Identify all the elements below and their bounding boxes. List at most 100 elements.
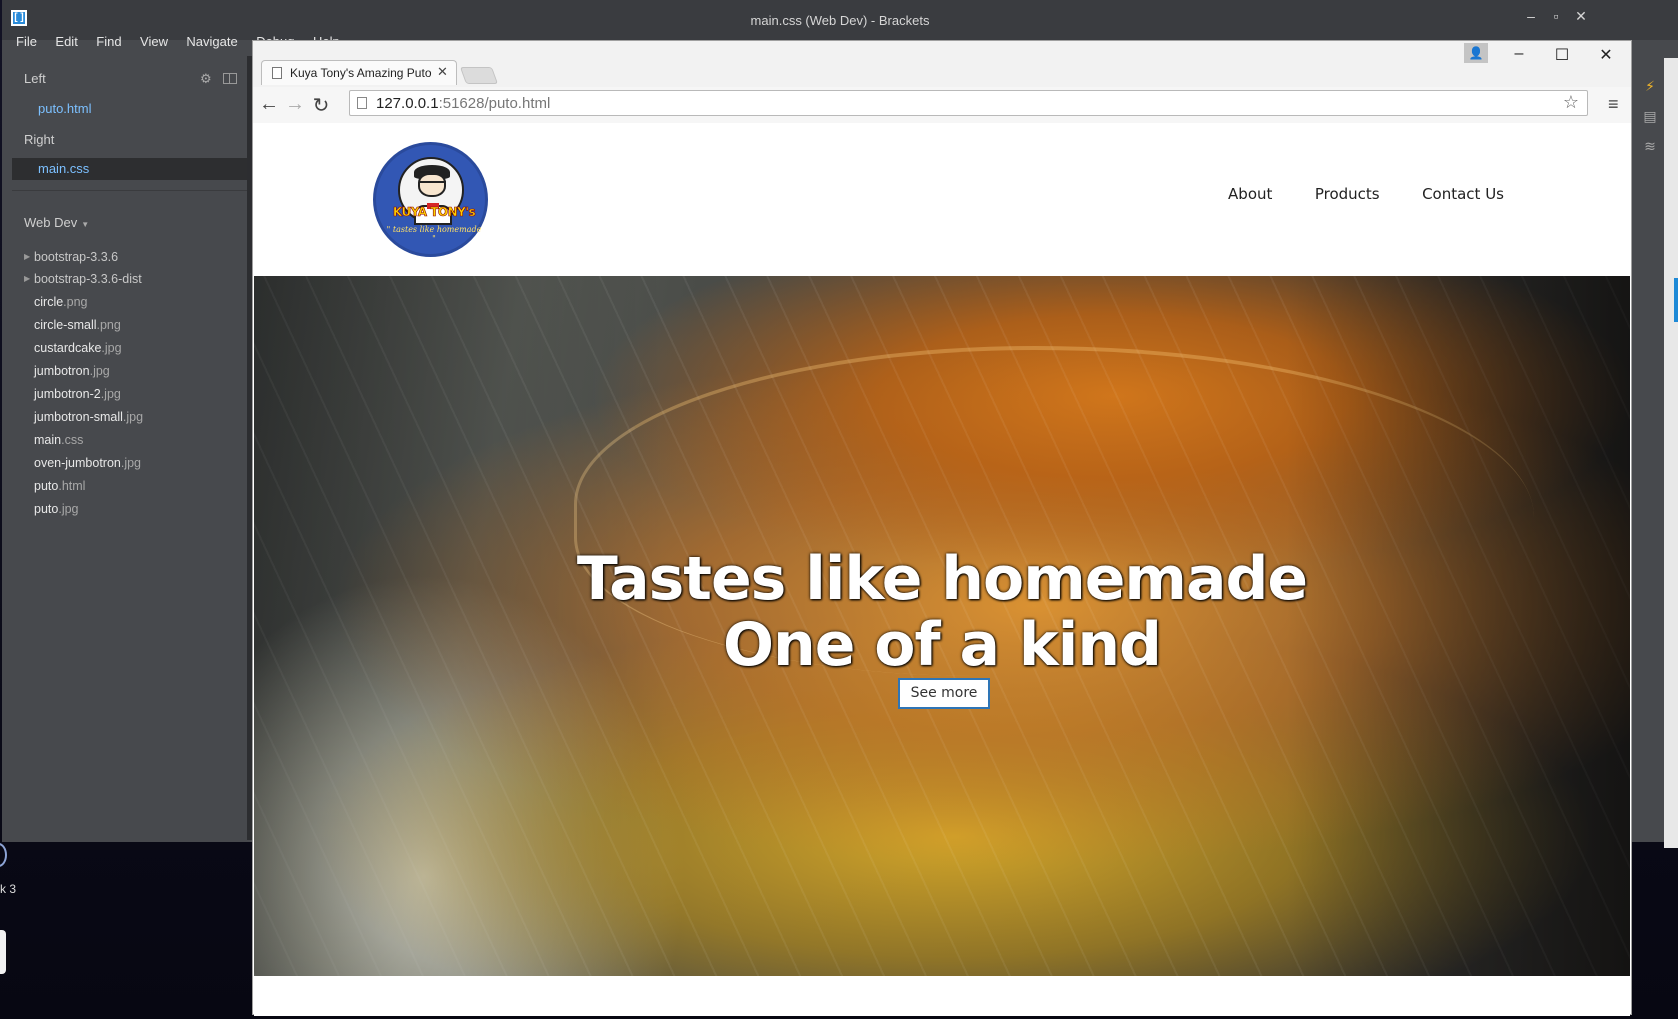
page-viewport: KUYA TONY's " tastes like homemade " Abo… bbox=[254, 123, 1630, 1016]
menu-view[interactable]: View bbox=[140, 30, 168, 54]
tree-file[interactable]: circle-small.png bbox=[34, 315, 121, 335]
tree-file[interactable]: main.css bbox=[34, 430, 83, 450]
tree-item-name: jumbotron bbox=[34, 364, 90, 378]
tree-folder[interactable]: ▶ bootstrap-3.3.6-dist bbox=[24, 269, 142, 289]
window-title: main.css (Web Dev) - Brackets bbox=[750, 13, 930, 28]
menu-find[interactable]: Find bbox=[96, 30, 121, 54]
nav-about[interactable]: About bbox=[1228, 185, 1272, 203]
extension-toolbar: ⚡ ▤ ≋ bbox=[1634, 58, 1664, 778]
tree-file[interactable]: jumbotron.jpg bbox=[34, 361, 110, 381]
page-below-hero bbox=[254, 976, 1630, 1016]
logo-text: KUYA TONY's bbox=[392, 205, 476, 220]
tree-item-name: oven-jumbotron bbox=[34, 456, 121, 470]
sidebar: Left ⚙ puto.html Right main.css Web Dev ▼… bbox=[12, 62, 250, 840]
close-icon[interactable]: ✕ bbox=[1570, 8, 1592, 25]
page-icon bbox=[272, 67, 282, 79]
site-navbar: KUYA TONY's " tastes like homemade " Abo… bbox=[254, 123, 1630, 276]
background-window-edge bbox=[1664, 58, 1678, 848]
back-icon[interactable]: ← bbox=[257, 93, 281, 116]
tree-item-name: circle-small bbox=[34, 318, 97, 332]
tree-item-ext: .png bbox=[96, 318, 121, 332]
split-view-icon[interactable] bbox=[223, 73, 237, 84]
chevron-down-icon: ▼ bbox=[81, 220, 90, 229]
hero-line-2: One of a kind bbox=[722, 610, 1162, 680]
url-host: 127.0.0.1 bbox=[376, 95, 439, 112]
minimize-icon[interactable]: – bbox=[1506, 45, 1532, 63]
profile-icon[interactable]: 👤 bbox=[1464, 43, 1488, 63]
tree-item-name: bootstrap-3.3.6-dist bbox=[34, 272, 142, 286]
nav-contact-us[interactable]: Contact Us bbox=[1422, 185, 1504, 203]
tree-item-ext: .jpg bbox=[58, 502, 79, 516]
address-bar[interactable]: 127.0.0.1:51628/puto.html ☆ bbox=[349, 90, 1588, 116]
forward-icon[interactable]: → bbox=[283, 93, 307, 116]
page-icon bbox=[357, 97, 367, 109]
tree-item-ext: .jpg bbox=[89, 364, 110, 378]
reload-icon[interactable]: ↻ bbox=[309, 93, 333, 118]
minimize-icon[interactable]: – bbox=[1520, 8, 1542, 24]
tree-file[interactable]: puto.html bbox=[34, 476, 85, 496]
working-set-right-heading: Right bbox=[24, 132, 55, 147]
menu-file[interactable]: File bbox=[16, 30, 37, 54]
tree-folder[interactable]: ▶ bootstrap-3.3.6 bbox=[24, 247, 119, 267]
menu-navigate[interactable]: Navigate bbox=[186, 30, 237, 54]
tree-file[interactable]: jumbotron-2.jpg bbox=[34, 384, 121, 404]
mascot-glasses bbox=[420, 181, 446, 187]
url-text: 127.0.0.1:51628/puto.html bbox=[376, 95, 550, 112]
project-name: Web Dev bbox=[24, 215, 78, 230]
desktop-app-icon[interactable] bbox=[0, 930, 6, 974]
tree-item-name: jumbotron-2 bbox=[34, 387, 101, 401]
project-dropdown[interactable]: Web Dev ▼ bbox=[24, 215, 89, 230]
tree-item-name: custardcake bbox=[34, 341, 102, 355]
tree-item-ext: .html bbox=[58, 479, 86, 493]
desktop-icon-label: k 3 bbox=[0, 882, 17, 896]
tree-item-ext: .jpg bbox=[122, 410, 144, 424]
new-tab-button[interactable] bbox=[459, 67, 499, 84]
menu-edit[interactable]: Edit bbox=[55, 30, 77, 54]
working-file-right[interactable]: main.css bbox=[12, 158, 250, 180]
hero-jumbotron: Tastes like homemade One of a kind See m… bbox=[254, 276, 1630, 976]
layers-icon[interactable]: ≋ bbox=[1641, 138, 1659, 154]
tree-item-ext: .css bbox=[61, 433, 84, 447]
brand-logo[interactable]: KUYA TONY's " tastes like homemade " bbox=[373, 142, 488, 257]
hero-headline: Tastes like homemade One of a kind bbox=[254, 546, 1630, 678]
hero-line-1: Tastes like homemade bbox=[576, 544, 1308, 614]
menu-icon[interactable]: ≡ bbox=[1608, 94, 1619, 115]
bookmark-star-icon[interactable]: ☆ bbox=[1563, 92, 1579, 113]
tree-item-ext: .jpg bbox=[100, 387, 121, 401]
tree-item-name: main bbox=[34, 433, 62, 447]
tab-active[interactable]: Kuya Tony's Amazing Puto ✕ bbox=[261, 60, 457, 85]
extension-manager-icon[interactable]: ▤ bbox=[1641, 108, 1659, 124]
nav-links: About Products Contact Us bbox=[1190, 185, 1504, 204]
tree-item-name: circle bbox=[34, 295, 64, 309]
tree-file[interactable]: custardcake.jpg bbox=[34, 338, 122, 358]
working-file-left[interactable]: puto.html bbox=[12, 98, 250, 120]
tree-file[interactable]: circle.png bbox=[34, 292, 88, 312]
tree-file[interactable]: puto.jpg bbox=[34, 499, 79, 519]
tree-item-ext: .png bbox=[63, 295, 88, 309]
tree-file[interactable]: jumbotron-small.jpg bbox=[34, 407, 143, 427]
chevron-right-icon: ▶ bbox=[24, 274, 31, 283]
browser-window: Kuya Tony's Amazing Puto ✕ 👤 – ☐ ✕ ← → ↻… bbox=[252, 40, 1632, 1016]
gear-icon[interactable]: ⚙ bbox=[200, 71, 212, 87]
browser-tabstrip: Kuya Tony's Amazing Puto ✕ 👤 – ☐ ✕ ← → ↻… bbox=[253, 41, 1631, 123]
close-icon[interactable]: ✕ bbox=[1593, 45, 1619, 65]
url-path: :51628/puto.html bbox=[438, 95, 551, 112]
tree-item-ext: .jpg bbox=[120, 456, 142, 470]
live-preview-icon[interactable]: ⚡ bbox=[1641, 78, 1659, 94]
logo-tagline: " tastes like homemade " bbox=[386, 225, 482, 243]
tab-title: Kuya Tony's Amazing Puto bbox=[290, 66, 432, 80]
see-more-button[interactable]: See more bbox=[898, 678, 990, 709]
browser-toolbar: ← → ↻ 127.0.0.1:51628/puto.html ☆ ≡ bbox=[253, 87, 1631, 123]
nav-products[interactable]: Products bbox=[1315, 185, 1380, 203]
maximize-icon[interactable]: ▫ bbox=[1545, 8, 1567, 24]
tree-file[interactable]: oven-jumbotron.jpg bbox=[34, 453, 141, 473]
maximize-icon[interactable]: ☐ bbox=[1549, 45, 1575, 65]
close-icon[interactable]: ✕ bbox=[437, 64, 448, 80]
tree-item-ext: .jpg bbox=[101, 341, 122, 355]
tree-item-name: jumbotron-small bbox=[34, 410, 123, 424]
tree-item-name: bootstrap-3.3.6 bbox=[34, 250, 119, 264]
background-window-accent bbox=[1674, 278, 1678, 322]
working-set-left-heading: Left bbox=[24, 71, 46, 86]
sidebar-divider bbox=[12, 190, 250, 191]
tree-item-name: puto bbox=[34, 502, 59, 516]
